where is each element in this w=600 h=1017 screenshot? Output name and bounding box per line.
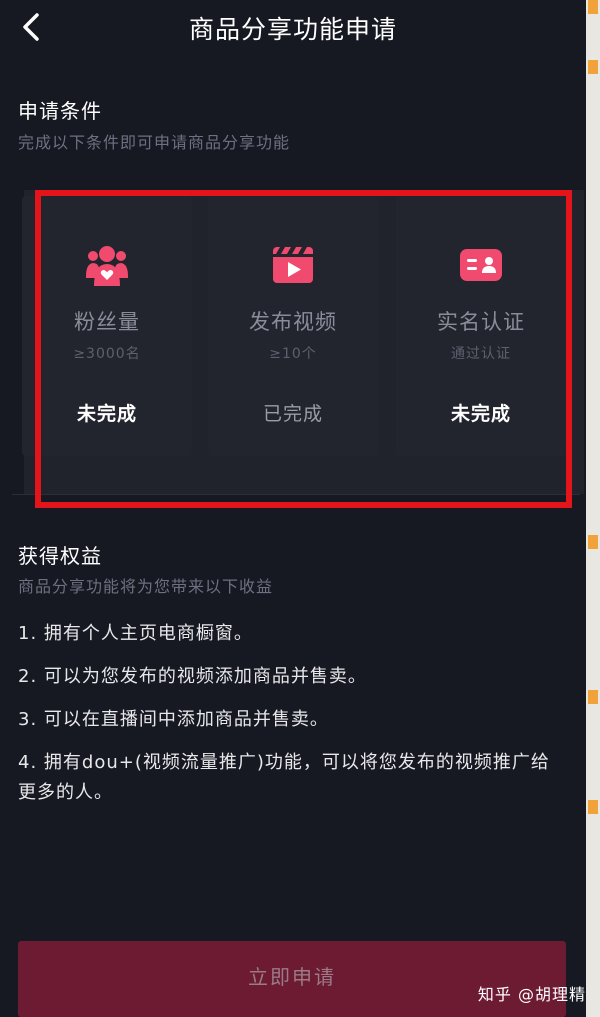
benefits-subtitle: 商品分享功能将为您带来以下收益 <box>18 577 274 596</box>
edge-mark <box>588 690 598 704</box>
watermark: 知乎 @胡理精 <box>477 985 586 1004</box>
highlight-frame <box>35 190 572 508</box>
edge-mark <box>588 60 598 74</box>
benefit-item: 1. 拥有个人主页电商橱窗。 <box>18 623 253 644</box>
benefits-title: 获得权益 <box>18 544 102 568</box>
benefit-item: 3. 可以在直播间中添加商品并售卖。 <box>18 709 329 730</box>
conditions-subtitle: 完成以下条件即可申请商品分享功能 <box>18 133 291 152</box>
edge-mark <box>588 535 598 549</box>
edge-mark <box>588 0 598 14</box>
page-title: 商品分享功能申请 <box>188 15 397 44</box>
apply-button[interactable]: 立即申请 <box>18 941 566 1017</box>
benefit-item: 2. 可以为您发布的视频添加商品并售卖。 <box>18 666 367 687</box>
conditions-title: 申请条件 <box>18 99 102 123</box>
app-screen: 商品分享功能申请 申请条件 完成以下条件即可申请商品分享功能 粉丝量 ≥3000… <box>0 0 600 1017</box>
edge-mark <box>588 800 598 814</box>
scan-edge-strip <box>586 0 600 1017</box>
benefit-item: 4. 拥有dou+(视频流量推广)功能，可以将您发布的视频推广给更多的人。 <box>18 752 550 803</box>
nav-bar: 商品分享功能申请 <box>0 0 586 58</box>
